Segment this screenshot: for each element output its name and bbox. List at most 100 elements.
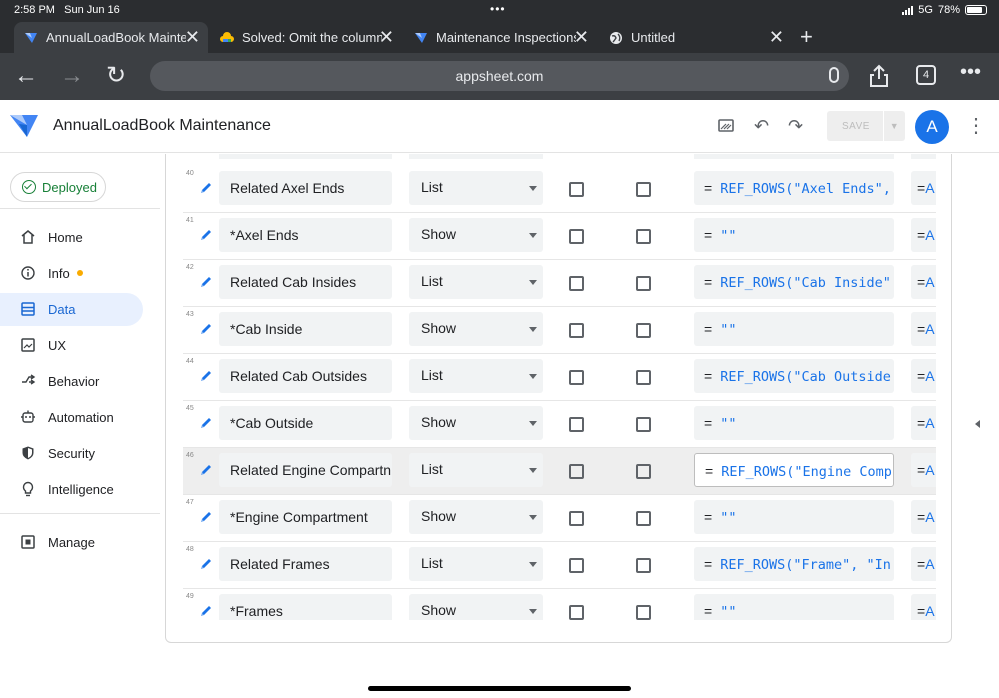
address-bar[interactable]: appsheet.com [150,61,849,91]
browser-tab-3[interactable]: Maintenance Inspections ✕ [404,22,597,53]
column-row[interactable]: 46 Related Engine Compartn List = REF_ROWS("… [183,448,936,495]
app-formula-field[interactable]: = REF_ROWS("Cab Outside [694,359,894,393]
app-menu-icon[interactable]: ⋮ [966,116,986,136]
label-checkbox[interactable] [636,323,651,338]
column-row[interactable]: 43 *Cab Inside Show = "" =A [183,307,936,354]
edit-pencil-icon[interactable] [199,322,213,336]
label-checkbox[interactable] [636,511,651,526]
new-tab-icon[interactable]: + [800,24,813,50]
column-type-select[interactable]: List [409,359,543,393]
app-formula-field[interactable]: = "" [694,500,894,534]
key-checkbox[interactable] [569,417,584,432]
next-formula-field[interactable]: =A [911,265,936,299]
sidebar-item-intelligence[interactable]: Intelligence [0,473,143,506]
key-checkbox[interactable] [569,229,584,244]
sidebar-item-ux[interactable]: UX [0,329,143,362]
column-row[interactable]: 40 Related Axel Ends List = REF_ROWS("Axel E… [183,166,936,213]
column-type-select[interactable]: List [409,171,543,205]
key-checkbox[interactable] [569,511,584,526]
column-name-field[interactable]: *Cab Inside [219,312,392,346]
next-formula-field[interactable]: =A [911,171,936,205]
column-row[interactable]: 41 *Axel Ends Show = "" =A [183,213,936,260]
app-formula-field[interactable]: = REF_ROWS("Engine Comp [694,453,894,487]
column-type-select[interactable]: Show [409,218,543,252]
edit-pencil-icon[interactable] [199,369,213,383]
column-type-select[interactable]: Show [409,500,543,534]
edit-pencil-icon[interactable] [199,228,213,242]
sidebar-item-manage[interactable]: Manage [0,526,143,559]
column-type-select[interactable]: List [409,547,543,581]
key-checkbox[interactable] [569,370,584,385]
reload-icon[interactable]: ↻ [106,63,126,89]
close-tab-icon[interactable]: ✕ [574,27,589,47]
tab-switcher-button[interactable]: 4 [916,65,936,85]
close-tab-icon[interactable]: ✕ [185,27,200,47]
column-row[interactable]: 49 *Frames Show = "" =A [183,589,936,620]
share-icon[interactable] [869,64,889,88]
browser-tab-2[interactable]: Solved: Omit the column ✕ [210,22,402,53]
user-avatar[interactable]: A [915,110,949,144]
edit-pencil-icon[interactable] [199,463,213,477]
sidebar-item-info[interactable]: Info [0,257,143,290]
column-name-field[interactable]: Related Cab Insides [219,265,392,299]
label-checkbox[interactable] [636,464,651,479]
app-formula-field[interactable]: = REF_ROWS("Frame", "In [694,547,894,581]
column-type-select[interactable]: List [409,453,543,487]
label-checkbox[interactable] [636,229,651,244]
column-name-field[interactable]: *Frames [219,594,392,620]
label-checkbox[interactable] [636,182,651,197]
sidebar-item-automation[interactable]: Automation [0,401,143,434]
microphone-icon[interactable] [829,67,839,83]
next-formula-field[interactable]: =A [911,500,936,534]
edit-pencil-icon[interactable] [199,275,213,289]
label-checkbox[interactable] [636,370,651,385]
browser-tab-1[interactable]: AnnualLoadBook Mainten ✕ [14,22,208,53]
label-checkbox[interactable] [636,605,651,620]
label-checkbox[interactable] [636,276,651,291]
sidebar-item-data[interactable]: Data [0,293,143,326]
next-formula-field[interactable]: =A [911,359,936,393]
next-formula-field[interactable]: =A [911,406,936,440]
redo-icon[interactable]: ↷ [788,116,803,137]
column-name-field[interactable]: *Axel Ends [219,218,392,252]
column-name-field[interactable]: Related Cab Outsides [219,359,392,393]
column-type-select[interactable]: Show [409,594,543,620]
save-button[interactable]: SAVE ▼ [827,111,905,141]
edit-pencil-icon[interactable] [199,557,213,571]
column-name-field[interactable]: Related Engine Compartn [219,453,392,487]
next-formula-field[interactable]: =A [911,453,936,487]
browser-tab-4[interactable]: Untitled ✕ [599,22,792,53]
app-formula-field[interactable]: = "" [694,406,894,440]
more-menu-icon[interactable]: ••• [960,59,981,85]
next-formula-field[interactable]: =A [911,594,936,620]
save-options-chevron-icon[interactable]: ▼ [883,111,905,141]
close-tab-icon[interactable]: ✕ [769,27,784,47]
column-name-field[interactable]: *Cab Outside [219,406,392,440]
column-name-field[interactable]: *Engine Compartment [219,500,392,534]
key-checkbox[interactable] [569,276,584,291]
sidebar-item-security[interactable]: Security [0,437,143,470]
column-name-field[interactable]: Related Axel Ends [219,171,392,205]
app-formula-field[interactable]: = "" [694,218,894,252]
app-formula-field[interactable]: = "" [694,594,894,620]
key-checkbox[interactable] [569,558,584,573]
sidebar-item-home[interactable]: Home [0,221,143,254]
collapse-panel-chevron-icon[interactable] [975,420,980,428]
column-row[interactable]: 45 *Cab Outside Show = "" =A [183,401,936,448]
key-checkbox[interactable] [569,605,584,620]
close-tab-icon[interactable]: ✕ [379,27,394,47]
next-formula-field[interactable]: =A [911,218,936,252]
column-type-select[interactable]: Show [409,312,543,346]
key-checkbox[interactable] [569,464,584,479]
undo-icon[interactable]: ↶ [754,116,769,137]
edit-pencil-icon[interactable] [199,604,213,618]
edit-pencil-icon[interactable] [199,510,213,524]
column-row[interactable]: 44 Related Cab Outsides List = REF_ROWS("Cab… [183,354,936,401]
key-checkbox[interactable] [569,323,584,338]
edit-pencil-icon[interactable] [199,416,213,430]
back-icon[interactable]: ← [14,63,38,89]
column-name-field[interactable]: Related Frames [219,547,392,581]
multitask-dots[interactable]: ••• [490,2,506,16]
label-checkbox[interactable] [636,417,651,432]
forward-icon[interactable]: → [60,63,84,89]
